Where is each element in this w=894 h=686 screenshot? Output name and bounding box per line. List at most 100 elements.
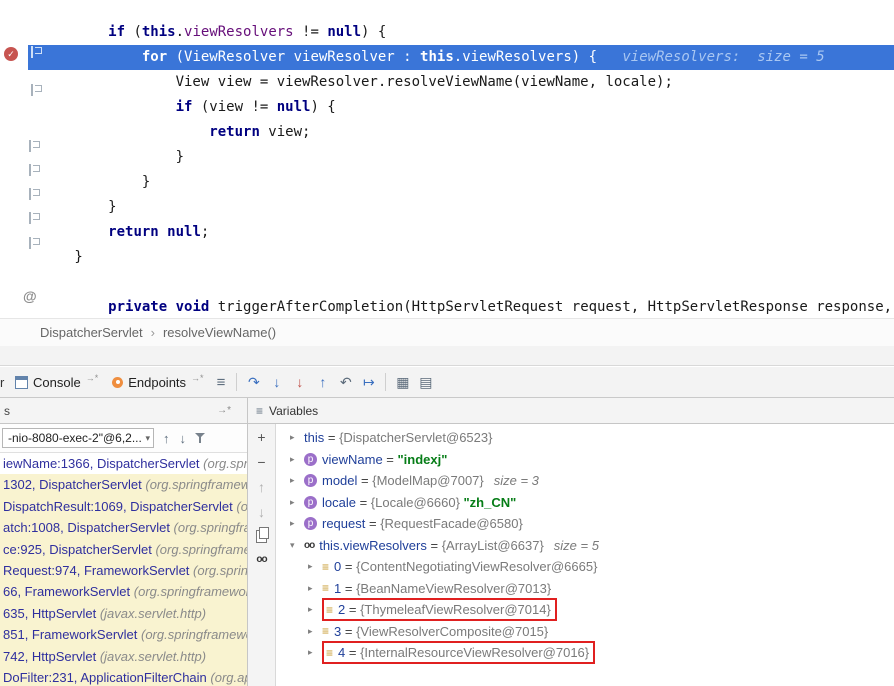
variable-name: 1 <box>334 581 341 596</box>
thread-selector-dropdown[interactable]: -nio-8080-exec-2"@6,2... ▾ <box>2 428 154 448</box>
move-watch-up-button[interactable]: ↑ <box>258 480 265 494</box>
chevron-collapsed-icon[interactable]: ▸ <box>290 518 304 529</box>
highlight-box: ≡4 = {InternalResourceViewResolver@7016} <box>322 641 595 664</box>
variable-content: plocale = {Locale@6660} "zh_CN" <box>304 493 516 512</box>
frames-panel: -nio-8080-exec-2"@6,2... ▾ ↑ ↓ iewName:1… <box>0 424 248 686</box>
filter-frames-icon[interactable] <box>195 432 207 444</box>
editor-debugger-splitter[interactable] <box>0 346 894 366</box>
variable-row[interactable]: ▸≡0 = {ContentNegotiatingViewResolver@66… <box>276 556 894 578</box>
variable-row[interactable]: ▾oothis.viewResolvers = {ArrayList@6637}… <box>276 535 894 557</box>
variable-row[interactable]: ▸plocale = {Locale@6660} "zh_CN" <box>276 492 894 514</box>
stack-frame-row[interactable]: 1302, DispatcherServlet (org.springframe… <box>0 474 247 495</box>
code-line[interactable]: } <box>0 195 894 220</box>
variable-row[interactable]: ▸prequest = {RequestFacade@6580} <box>276 513 894 535</box>
equals-sign: = <box>341 559 356 574</box>
equals-sign: = <box>357 473 372 488</box>
code-line[interactable]: } <box>0 245 894 270</box>
breadcrumb-item-method[interactable]: resolveViewName() <box>163 325 276 340</box>
step-out-icon[interactable]: ↑ <box>311 374 334 390</box>
equals-sign: = <box>345 602 360 617</box>
stack-frame-row[interactable]: ce:925, DispatcherServlet (org.springfra… <box>0 539 247 560</box>
variable-value: {ArrayList@6637} <box>442 538 544 553</box>
remove-watch-button[interactable]: − <box>257 455 265 469</box>
run-to-cursor-icon[interactable]: ↦ <box>357 374 380 391</box>
stack-frame-row[interactable]: DoFilter:231, ApplicationFilterChain (or… <box>0 667 247 686</box>
variable-name: 4 <box>338 645 345 660</box>
equals-sign: = <box>345 645 360 660</box>
variable-value: {ViewResolverComposite@7015} <box>356 624 548 639</box>
code-line[interactable] <box>0 270 894 295</box>
debug-content: -nio-8080-exec-2"@6,2... ▾ ↑ ↓ iewName:1… <box>0 424 894 686</box>
variable-value: {InternalResourceViewResolver@7016} <box>360 645 589 660</box>
stack-frame-row[interactable]: 66, FrameworkServlet (org.springframewor <box>0 581 247 602</box>
variable-value: {BeanNameViewResolver@7013} <box>356 581 551 596</box>
add-watch-button[interactable]: + <box>257 430 265 444</box>
variable-row[interactable]: ▸≡4 = {InternalResourceViewResolver@7016… <box>276 642 894 664</box>
drop-frame-icon[interactable]: ↶ <box>334 374 357 391</box>
equals-sign: = <box>427 538 442 553</box>
chevron-expanded-icon[interactable]: ▾ <box>290 540 304 551</box>
stack-frame-row[interactable]: 851, FrameworkServlet (org.springframewo <box>0 624 247 645</box>
stack-frame-row[interactable]: DispatchResult:1069, DispatcherServlet (… <box>0 496 247 517</box>
force-step-into-icon[interactable]: ↓ <box>288 374 311 390</box>
variable-content: prequest = {RequestFacade@6580} <box>304 514 523 533</box>
partial-tab[interactable]: r <box>0 375 8 390</box>
breadcrumb: DispatcherServlet › resolveViewName() <box>0 318 894 346</box>
chevron-collapsed-icon[interactable]: ▸ <box>290 475 304 486</box>
layout-settings-icon[interactable]: ▤ <box>414 374 437 391</box>
param-icon: p <box>304 474 317 487</box>
variable-row[interactable]: ▸≡1 = {BeanNameViewResolver@7013} <box>276 578 894 600</box>
chevron-collapsed-icon[interactable]: ▸ <box>290 497 304 508</box>
menu-icon[interactable]: ≡ <box>211 374 232 391</box>
chevron-collapsed-icon[interactable]: ▸ <box>290 432 304 443</box>
frames-panel-header: s →* <box>0 398 248 424</box>
stack-frame-row[interactable]: iewName:1366, DispatcherServlet (org.spr <box>0 453 247 474</box>
variable-value: {ModelMap@7007} <box>372 473 484 488</box>
variable-content: ≡1 = {BeanNameViewResolver@7013} <box>322 579 551 598</box>
code-line[interactable]: } <box>0 170 894 195</box>
param-icon: p <box>304 496 317 509</box>
variable-value: {ContentNegotiatingViewResolver@6665} <box>356 559 597 574</box>
stack-frame-row[interactable]: atch:1008, DispatcherServlet (org.spring… <box>0 517 247 538</box>
code-line[interactable]: if (view != null) { <box>0 95 894 120</box>
breakpoint-icon[interactable]: ✓ <box>4 47 18 61</box>
tab-endpoints[interactable]: Endpoints →* <box>105 367 210 397</box>
chevron-collapsed-icon[interactable]: ▸ <box>308 604 322 615</box>
code-line[interactable]: View view = viewResolver.resolveViewName… <box>0 70 894 95</box>
bookmark-flag-icon <box>29 212 39 224</box>
stack-frame-row[interactable]: Request:974, FrameworkServlet (org.sprin… <box>0 560 247 581</box>
variable-row[interactable]: ▸≡3 = {ViewResolverComposite@7015} <box>276 621 894 643</box>
watches-icon[interactable]: oo <box>256 554 266 565</box>
code-line[interactable]: if (this.viewResolvers != null) { <box>0 20 894 45</box>
chevron-collapsed-icon[interactable]: ▸ <box>308 583 322 594</box>
code-line[interactable]: private void triggerAfterCompletion(Http… <box>0 295 894 318</box>
code-line[interactable]: return view; <box>0 120 894 145</box>
chevron-collapsed-icon[interactable]: ▸ <box>308 626 322 637</box>
variable-row[interactable]: ▸this = {DispatcherServlet@6523} <box>276 427 894 449</box>
chevron-collapsed-icon[interactable]: ▸ <box>308 647 322 658</box>
variable-name: 0 <box>334 559 341 574</box>
previous-frame-button[interactable]: ↑ <box>158 431 175 446</box>
step-over-icon[interactable]: ↷ <box>242 374 265 391</box>
code-line[interactable]: } <box>0 145 894 170</box>
duplicate-watch-icon[interactable] <box>256 530 267 543</box>
breadcrumb-item-class[interactable]: DispatcherServlet <box>40 325 143 340</box>
variable-name: viewName <box>322 452 383 467</box>
variable-row[interactable]: ▸≡2 = {ThymeleafViewResolver@7014} <box>276 599 894 621</box>
execution-line[interactable]: for (ViewResolver viewResolver : this.vi… <box>28 45 894 70</box>
next-frame-button[interactable]: ↓ <box>175 431 192 446</box>
variable-row[interactable]: ▸pviewName = "indexj" <box>276 449 894 471</box>
code-editor[interactable]: ✓ @ if (this.viewResolvers != null) { fo… <box>0 0 894 318</box>
bookmark-flag-icon <box>29 188 39 200</box>
code-line[interactable]: return null; <box>0 220 894 245</box>
variables-panel: + − ↑ ↓ oo ▸this = {DispatcherServlet@65… <box>248 424 894 686</box>
stack-frame-row[interactable]: 635, HttpServlet (javax.servlet.http) <box>0 603 247 624</box>
view-as-grid-icon[interactable]: ▦ <box>391 374 414 391</box>
tab-console[interactable]: Console →* <box>8 367 105 397</box>
move-watch-down-button[interactable]: ↓ <box>258 505 265 519</box>
step-into-icon[interactable]: ↓ <box>265 374 288 390</box>
stack-frame-row[interactable]: 742, HttpServlet (javax.servlet.http) <box>0 646 247 667</box>
chevron-collapsed-icon[interactable]: ▸ <box>290 454 304 465</box>
chevron-collapsed-icon[interactable]: ▸ <box>308 561 322 572</box>
variable-row[interactable]: ▸pmodel = {ModelMap@7007}size = 3 <box>276 470 894 492</box>
